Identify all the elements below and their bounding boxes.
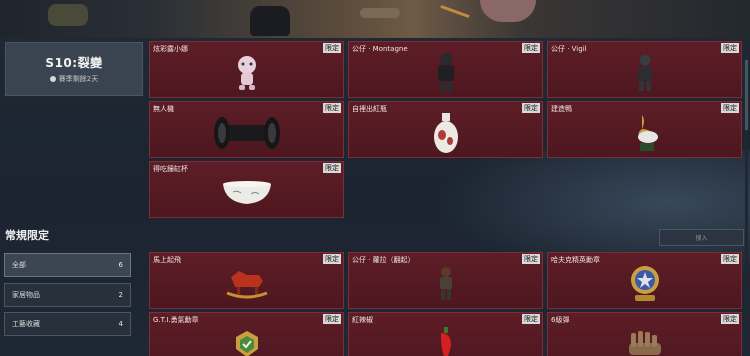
figure-icon bbox=[637, 54, 652, 91]
scrollbar-thumb[interactable] bbox=[745, 60, 748, 130]
badge-icon bbox=[235, 331, 258, 356]
doll-icon bbox=[237, 56, 256, 90]
limited-tag: 限定 bbox=[323, 103, 341, 113]
regular-item-card[interactable]: 哈夫克精英勳章 限定 bbox=[547, 252, 742, 309]
item-name: 得吃鐘缸杯 bbox=[153, 165, 188, 173]
filter-count: 2 bbox=[118, 291, 123, 299]
vase-icon bbox=[433, 113, 458, 153]
filter-label: 全部 bbox=[12, 261, 26, 269]
filter-all[interactable]: 全部 6 bbox=[4, 253, 131, 277]
limited-tag: 限定 bbox=[522, 43, 540, 53]
limited-tag: 限定 bbox=[323, 43, 341, 53]
item-name: 哈夫克精英勳章 bbox=[551, 256, 600, 264]
filter-home[interactable]: 家居物品 2 bbox=[4, 283, 131, 307]
season-item-card[interactable]: 自裡出紅瓶 限定 bbox=[348, 101, 543, 158]
season-item-card[interactable]: 得吃鐘缸杯 限定 bbox=[149, 161, 344, 218]
limited-tag: 限定 bbox=[721, 43, 739, 53]
item-name: 6級彈 bbox=[551, 316, 570, 324]
banner-art bbox=[480, 0, 536, 22]
item-name: G.T.I.勇氣勳章 bbox=[153, 316, 199, 324]
clock-icon bbox=[49, 76, 56, 82]
item-name: 公仔 · 蘿拉（翻起） bbox=[352, 256, 415, 264]
banner-art bbox=[48, 4, 88, 26]
limited-tag: 限定 bbox=[323, 314, 341, 324]
figure-icon bbox=[439, 267, 452, 300]
filter-label: 家居物品 bbox=[12, 291, 40, 299]
bowl-icon bbox=[222, 181, 271, 204]
chili-icon bbox=[440, 327, 451, 356]
drone-icon bbox=[213, 117, 280, 149]
figure-icon bbox=[437, 53, 454, 92]
search-input[interactable]: 搜入 bbox=[659, 229, 744, 246]
banner-art bbox=[360, 8, 400, 18]
duck-icon bbox=[637, 115, 658, 151]
item-name: 建造鴨 bbox=[551, 105, 572, 113]
rocking-horse-icon bbox=[225, 271, 268, 299]
hand-icon bbox=[628, 331, 661, 355]
season-card[interactable]: S10:裂變 賽季剩餘2天 bbox=[5, 42, 143, 96]
regular-item-card[interactable]: 馬上起飛 限定 bbox=[149, 252, 344, 309]
item-name: 馬上起飛 bbox=[153, 256, 181, 264]
regular-item-card[interactable]: 公仔 · 蘿拉（翻起） 限定 bbox=[348, 252, 543, 309]
season-remaining: 賽季剩餘2天 bbox=[49, 74, 99, 84]
season-remaining-text: 賽季剩餘2天 bbox=[58, 75, 99, 83]
season-item-card[interactable]: 建造鴨 限定 bbox=[547, 101, 742, 158]
season-item-card[interactable]: 公仔 · Montagne 限定 bbox=[348, 41, 543, 98]
item-name: 無人機 bbox=[153, 105, 174, 113]
limited-tag: 限定 bbox=[721, 254, 739, 264]
season-item-card[interactable]: 炫彩露小娜 限定 bbox=[149, 41, 344, 98]
regular-item-card[interactable]: 紅辣椒 限定 bbox=[348, 312, 543, 356]
medal-icon bbox=[630, 266, 659, 301]
top-banner bbox=[0, 0, 750, 38]
limited-tag: 限定 bbox=[522, 314, 540, 324]
season-item-card[interactable]: 無人機 限定 bbox=[149, 101, 344, 158]
filter-label: 工藝收藏 bbox=[12, 320, 40, 328]
banner-art bbox=[250, 6, 290, 36]
regular-item-card[interactable]: G.T.I.勇氣勳章 限定 bbox=[149, 312, 344, 356]
item-name: 公仔 · Montagne bbox=[352, 45, 408, 53]
limited-tag: 限定 bbox=[522, 254, 540, 264]
item-name: 自裡出紅瓶 bbox=[352, 105, 387, 113]
item-name: 炫彩露小娜 bbox=[153, 45, 188, 53]
filter-count: 4 bbox=[118, 320, 123, 328]
filter-craft[interactable]: 工藝收藏 4 bbox=[4, 312, 131, 336]
limited-tag: 限定 bbox=[522, 103, 540, 113]
regular-item-card[interactable]: 6級彈 限定 bbox=[547, 312, 742, 356]
regular-section-title: 常規限定 bbox=[5, 229, 49, 242]
limited-tag: 限定 bbox=[721, 314, 739, 324]
season-item-card[interactable]: 公仔 · Vigil 限定 bbox=[547, 41, 742, 98]
limited-tag: 限定 bbox=[323, 163, 341, 173]
limited-tag: 限定 bbox=[323, 254, 341, 264]
item-name: 紅辣椒 bbox=[352, 316, 373, 324]
item-name: 公仔 · Vigil bbox=[551, 45, 587, 53]
banner-art bbox=[440, 4, 470, 19]
season-title: S10:裂變 bbox=[45, 56, 103, 70]
filter-count: 6 bbox=[118, 261, 123, 269]
limited-tag: 限定 bbox=[721, 103, 739, 113]
